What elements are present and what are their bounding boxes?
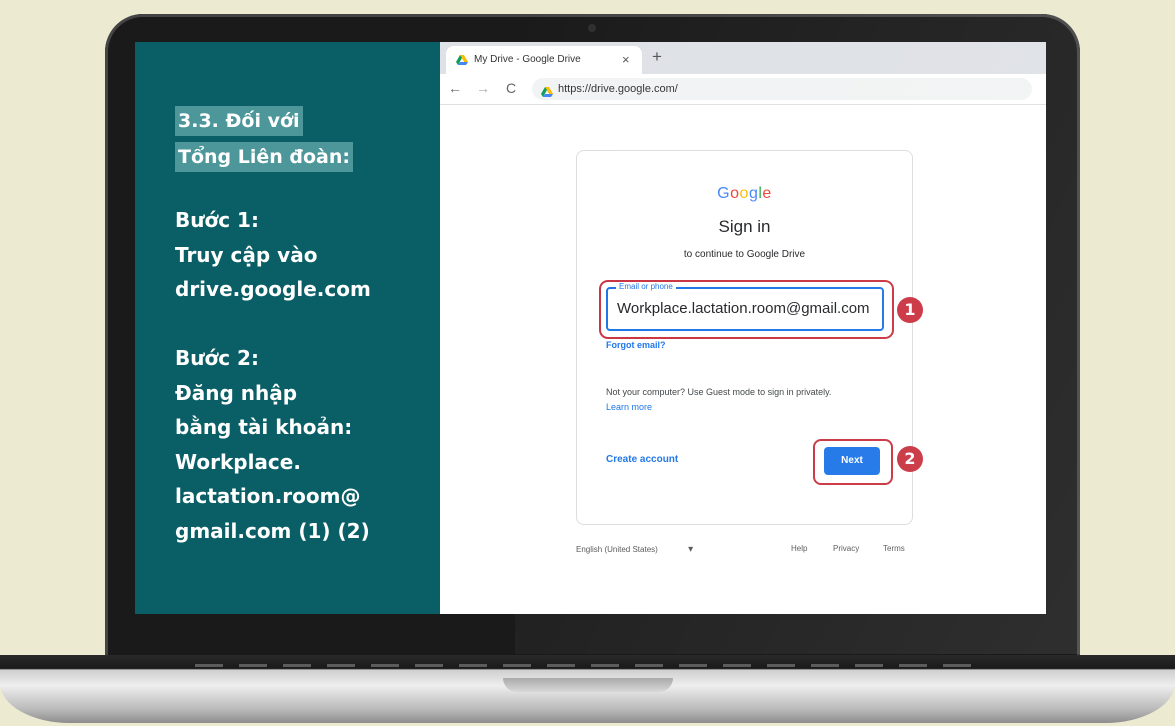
step2-line2: bằng tài khoản: bbox=[175, 415, 353, 439]
google-logo: Google bbox=[717, 185, 772, 202]
address-bar-row: ← → C https://drive.google.com/ bbox=[440, 74, 1046, 105]
step1-line2: drive.google.com bbox=[175, 277, 371, 301]
tab-title: My Drive - Google Drive bbox=[474, 54, 581, 65]
back-arrow-icon[interactable]: ← bbox=[448, 80, 462, 96]
tab-bar: My Drive - Google Drive × + bbox=[440, 42, 1046, 74]
step2-line5: gmail.com (1) (2) bbox=[175, 519, 370, 543]
learn-more-link[interactable]: Learn more bbox=[606, 402, 652, 412]
help-link[interactable]: Help bbox=[791, 544, 807, 553]
site-drive-icon bbox=[541, 84, 553, 102]
terms-link[interactable]: Terms bbox=[883, 544, 905, 553]
section-heading-line2: Tổng Liên đoàn: bbox=[175, 142, 354, 172]
step1-title: Bước 1: bbox=[175, 208, 259, 232]
create-account-link[interactable]: Create account bbox=[606, 454, 678, 465]
section-heading-line1: 3.3. Đối với bbox=[175, 106, 303, 136]
language-select[interactable]: English (United States) ▾ bbox=[576, 544, 693, 555]
step-badge-1: 1 bbox=[897, 297, 923, 323]
chevron-down-icon: ▾ bbox=[688, 544, 694, 555]
signin-subtitle: to continue to Google Drive bbox=[683, 249, 806, 260]
step2-line4: lactation.room@ bbox=[175, 484, 361, 508]
step2-line3: Workplace. bbox=[175, 450, 301, 474]
forgot-email-link[interactable]: Forgot email? bbox=[606, 340, 666, 350]
email-field-label: Email or phone bbox=[616, 282, 676, 291]
language-label: English (United States) bbox=[576, 545, 658, 554]
browser-window: My Drive - Google Drive × + ← → C https:… bbox=[440, 42, 1046, 614]
url-text: https://drive.google.com/ bbox=[558, 83, 678, 95]
email-field-value: Workplace.lactation.room@gmail.com bbox=[617, 300, 870, 317]
instruction-panel: 3.3. Đối với Tổng Liên đoàn: Bước 1: Tru… bbox=[135, 42, 440, 614]
signin-card: Google Sign in to continue to Google Dri… bbox=[576, 150, 923, 525]
webcam bbox=[588, 24, 596, 32]
new-tab-button[interactable]: + bbox=[652, 47, 662, 67]
next-button[interactable]: Next bbox=[824, 447, 880, 475]
guest-mode-text: Not your computer? Use Guest mode to sig… bbox=[606, 387, 832, 397]
signin-title: Sign in bbox=[718, 217, 771, 236]
laptop-screen: 3.3. Đối với Tổng Liên đoàn: Bước 1: Tru… bbox=[135, 42, 1046, 614]
step2-title: Bước 2: bbox=[175, 346, 259, 370]
forward-arrow-icon[interactable]: → bbox=[476, 80, 490, 96]
reload-icon[interactable]: C bbox=[506, 80, 516, 96]
close-tab-icon[interactable]: × bbox=[622, 52, 630, 67]
keyboard-edge bbox=[195, 664, 985, 667]
url-field[interactable]: https://drive.google.com/ bbox=[532, 78, 1032, 100]
tab-my-drive[interactable]: My Drive - Google Drive × bbox=[446, 46, 642, 74]
email-field[interactable]: Email or phone Workplace.lactation.room@… bbox=[606, 282, 884, 331]
laptop-notch bbox=[503, 678, 673, 692]
google-drive-icon bbox=[456, 55, 468, 68]
step1-line1: Truy cập vào bbox=[175, 243, 318, 267]
step-badge-2: 2 bbox=[897, 446, 923, 472]
privacy-link[interactable]: Privacy bbox=[833, 544, 859, 553]
step2-line1: Đăng nhập bbox=[175, 381, 298, 405]
